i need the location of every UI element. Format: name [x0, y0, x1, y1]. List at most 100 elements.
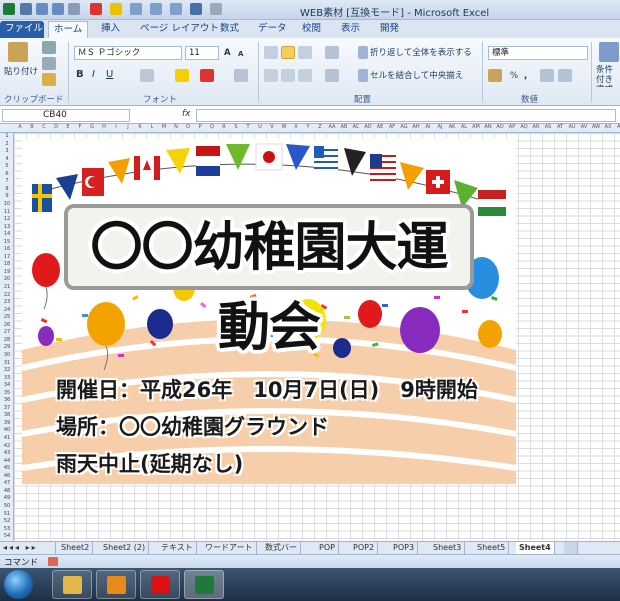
- row-number[interactable]: 12: [1, 216, 13, 222]
- column-letter[interactable]: J: [122, 124, 134, 130]
- tab-home[interactable]: ホーム: [48, 21, 89, 38]
- formula-input[interactable]: [196, 109, 616, 122]
- tab-data[interactable]: データ: [253, 21, 292, 38]
- row-number[interactable]: 17: [1, 254, 13, 260]
- insert-function-button[interactable]: fx: [182, 109, 191, 119]
- comma-button[interactable]: ,: [524, 69, 527, 83]
- row-number[interactable]: 34: [1, 382, 13, 388]
- copy-icon[interactable]: [42, 57, 56, 70]
- row-number[interactable]: 14: [1, 231, 13, 237]
- align-left-icon[interactable]: [264, 69, 278, 82]
- column-letter[interactable]: AD: [362, 124, 374, 130]
- merge-center-button[interactable]: セルを結合して中央揃え: [370, 69, 463, 83]
- sheet-tab[interactable]: ワードアート: [202, 542, 257, 554]
- column-letter[interactable]: AQ: [518, 124, 530, 130]
- column-letter[interactable]: L: [146, 124, 158, 130]
- redo-icon[interactable]: [52, 3, 64, 15]
- sheet-tab[interactable]: テキスト: [158, 542, 197, 554]
- column-letter[interactable]: AE: [374, 124, 386, 130]
- column-letter[interactable]: S: [230, 124, 242, 130]
- column-letter[interactable]: Z: [314, 124, 326, 130]
- row-number[interactable]: 35: [1, 390, 13, 396]
- column-letter[interactable]: AU: [566, 124, 578, 130]
- tab-review[interactable]: 校閲: [297, 21, 326, 38]
- column-letter[interactable]: C: [38, 124, 50, 130]
- bold-button[interactable]: B: [76, 68, 84, 82]
- name-box[interactable]: CB40: [2, 109, 130, 122]
- column-letter[interactable]: Y: [302, 124, 314, 130]
- excel-icon[interactable]: [184, 570, 224, 599]
- column-letter[interactable]: AH: [410, 124, 422, 130]
- row-number[interactable]: 21: [1, 284, 13, 290]
- row-number[interactable]: 37: [1, 405, 13, 411]
- tab-insert[interactable]: 挿入: [96, 21, 125, 38]
- column-letter[interactable]: O: [182, 124, 194, 130]
- explorer-icon[interactable]: [52, 570, 92, 599]
- poster-image[interactable]: 〇〇幼稚園大運動会 開催日：平成26年 10月7日(日) 9時開始 場所：〇〇幼…: [22, 138, 516, 484]
- merge-center-icon[interactable]: [358, 69, 368, 82]
- column-letter[interactable]: AL: [458, 124, 470, 130]
- column-letter[interactable]: AW: [590, 124, 602, 130]
- column-letter[interactable]: E: [62, 124, 74, 130]
- row-number[interactable]: 33: [1, 375, 13, 381]
- sheet-tab[interactable]: POP: [316, 542, 339, 554]
- row-number[interactable]: 18: [1, 261, 13, 267]
- row-number[interactable]: 11: [1, 209, 13, 215]
- row-number[interactable]: 28: [1, 337, 13, 343]
- row-number[interactable]: 43: [1, 450, 13, 456]
- indent-icon[interactable]: [325, 69, 339, 82]
- border-icon[interactable]: [140, 69, 154, 82]
- column-letter[interactable]: AX: [602, 124, 614, 130]
- row-number[interactable]: 32: [1, 367, 13, 373]
- row-number[interactable]: 23: [1, 299, 13, 305]
- column-letter[interactable]: U: [254, 124, 266, 130]
- row-number[interactable]: 44: [1, 458, 13, 464]
- conditional-format-button[interactable]: 条件付き 書式: [596, 65, 620, 87]
- conditional-format-icon[interactable]: [599, 42, 619, 62]
- shrink-font-button[interactable]: A: [238, 47, 243, 61]
- sheet-tab[interactable]: POP3: [390, 542, 419, 554]
- row-number[interactable]: 31: [1, 360, 13, 366]
- row-number[interactable]: 36: [1, 397, 13, 403]
- align-bottom-icon[interactable]: [298, 46, 312, 59]
- column-letter[interactable]: AN: [482, 124, 494, 130]
- row-number[interactable]: 26: [1, 322, 13, 328]
- column-letter[interactable]: G: [86, 124, 98, 130]
- column-letter[interactable]: R: [218, 124, 230, 130]
- row-number[interactable]: 15: [1, 239, 13, 245]
- row-number[interactable]: 6: [1, 171, 13, 177]
- row-number[interactable]: 51: [1, 511, 13, 517]
- column-letter[interactable]: AB: [338, 124, 350, 130]
- column-letter[interactable]: H: [98, 124, 110, 130]
- tab-view[interactable]: 表示: [336, 21, 365, 38]
- row-number[interactable]: 27: [1, 329, 13, 335]
- row-number[interactable]: 40: [1, 427, 13, 433]
- sheet-tab[interactable]: Sheet3: [430, 542, 466, 554]
- grid-quick-icon[interactable]: [190, 3, 202, 15]
- column-letter[interactable]: AJ: [434, 124, 446, 130]
- column-letter[interactable]: AS: [542, 124, 554, 130]
- row-number[interactable]: 2: [1, 141, 13, 147]
- column-letter[interactable]: AY: [614, 124, 620, 130]
- row-number[interactable]: 49: [1, 495, 13, 501]
- sheet-tab[interactable]: POP2: [350, 542, 379, 554]
- sheet-nav-buttons[interactable]: ◂◂◂ ▸▸: [0, 542, 56, 554]
- column-letter[interactable]: AI: [422, 124, 434, 130]
- column-letter[interactable]: AK: [446, 124, 458, 130]
- row-number[interactable]: 7: [1, 178, 13, 184]
- row-number[interactable]: 38: [1, 412, 13, 418]
- tab-developer[interactable]: 開発: [375, 21, 404, 38]
- row-number[interactable]: 41: [1, 435, 13, 441]
- column-letter[interactable]: D: [50, 124, 62, 130]
- save-icon[interactable]: [20, 3, 32, 15]
- decrease-decimal-icon[interactable]: [558, 69, 572, 82]
- column-letter[interactable]: V: [266, 124, 278, 130]
- font-color-quick-icon[interactable]: [90, 3, 102, 15]
- tab-page-layout[interactable]: ページ レイアウト: [135, 21, 224, 38]
- column-letter[interactable]: AV: [578, 124, 590, 130]
- row-number[interactable]: 5: [1, 163, 13, 169]
- column-letter[interactable]: F: [74, 124, 86, 130]
- column-letter[interactable]: W: [278, 124, 290, 130]
- wrap-text-button[interactable]: 折り返して全体を表示する: [370, 46, 472, 60]
- customize-quick-icon[interactable]: [210, 3, 222, 15]
